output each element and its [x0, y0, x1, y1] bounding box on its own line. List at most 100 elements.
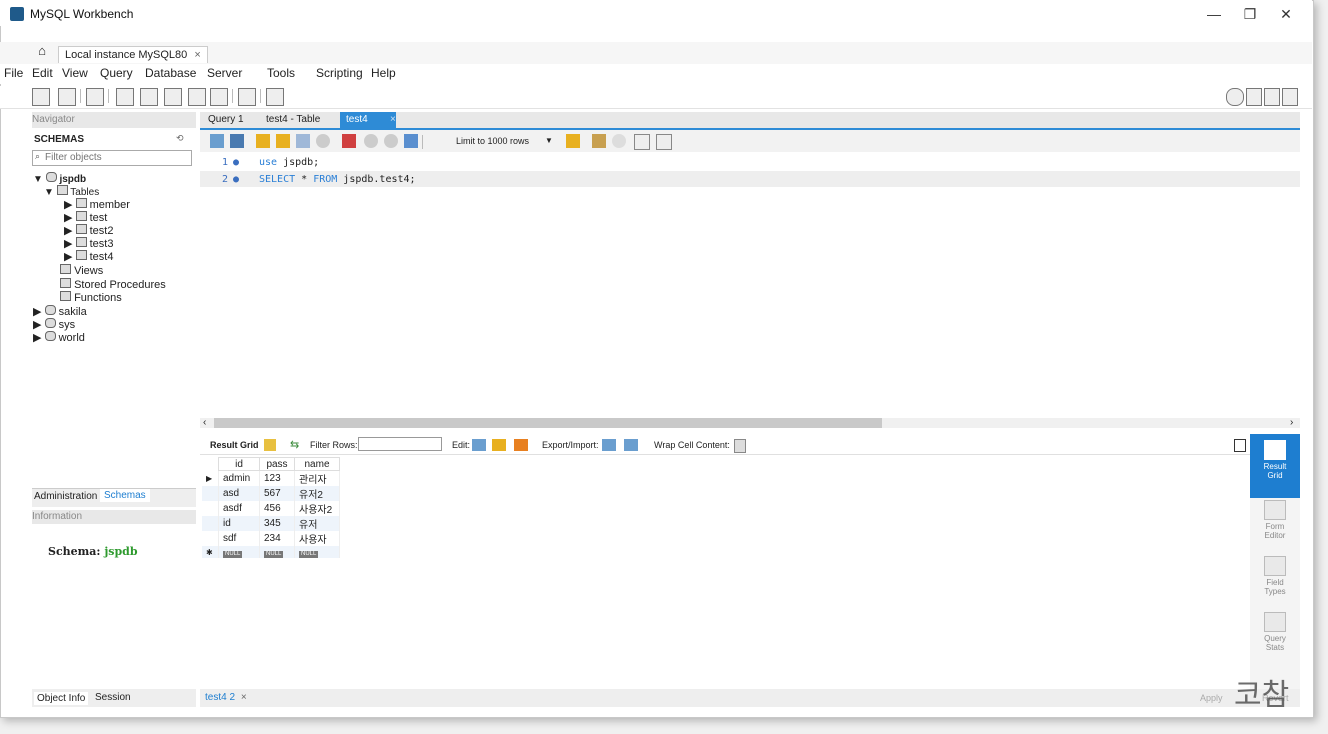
tree-tables[interactable]: ▼ Tables: [44, 185, 99, 198]
find-icon[interactable]: [592, 134, 606, 148]
edit-row-icon[interactable]: [472, 439, 486, 451]
word-wrap-icon[interactable]: [656, 134, 672, 150]
cell[interactable]: 123: [259, 470, 295, 486]
sql-statement[interactable]: SELECT * FROM jspdb.test4;: [259, 174, 416, 185]
cell[interactable]: 사용자: [294, 531, 340, 546]
collapsed-arrow-icon[interactable]: ▶: [64, 251, 72, 263]
menu-help[interactable]: Help: [371, 66, 396, 80]
collapsed-arrow-icon[interactable]: ▶: [33, 306, 41, 318]
result-grid-button[interactable]: Result Grid: [1250, 434, 1300, 498]
menu-scripting[interactable]: Scripting: [316, 66, 363, 80]
create-table-icon[interactable]: [140, 88, 158, 106]
close-window-button[interactable]: ✕: [1268, 4, 1304, 24]
form-editor-button[interactable]: Form Editor: [1250, 500, 1300, 540]
reconnect-icon[interactable]: [266, 88, 284, 106]
settings-icon[interactable]: [1226, 88, 1244, 106]
tab-object-info[interactable]: Object Info: [34, 692, 89, 705]
table-row[interactable]: asdf 456 사용자2: [202, 501, 340, 516]
collapsed-arrow-icon[interactable]: ▶: [64, 199, 72, 211]
tab-schemas[interactable]: Schemas: [100, 489, 150, 502]
cell[interactable]: 456: [259, 501, 295, 516]
export-icon[interactable]: [602, 439, 616, 451]
close-icon[interactable]: ×: [194, 49, 200, 61]
tree-table-test3[interactable]: ▶ test3: [64, 237, 113, 250]
null-cell[interactable]: NULL: [259, 546, 295, 558]
create-function-icon[interactable]: [210, 88, 228, 106]
cell[interactable]: asd: [218, 486, 260, 501]
table-row[interactable]: ▶ admin 123 관리자: [202, 470, 340, 486]
toggle-error-icon[interactable]: [342, 134, 356, 148]
open-file-icon[interactable]: [210, 134, 224, 148]
apply-button[interactable]: Apply: [1200, 693, 1223, 703]
tree-table-test[interactable]: ▶ test: [64, 211, 107, 224]
tab-session[interactable]: Session: [95, 692, 131, 703]
execute-icon[interactable]: [256, 134, 270, 148]
cell[interactable]: 234: [259, 531, 295, 546]
toggle-secondary-sidebar-icon[interactable]: [1282, 88, 1298, 106]
tree-schema-world[interactable]: ▶ world: [33, 331, 85, 344]
cell[interactable]: 사용자2: [294, 501, 340, 516]
query-stats-button[interactable]: Query Stats: [1250, 612, 1300, 652]
tree-schema-sakila[interactable]: ▶ sakila: [33, 305, 87, 318]
cell[interactable]: id: [218, 516, 260, 531]
insert-row-icon[interactable]: [492, 439, 506, 451]
menu-server[interactable]: Server: [207, 66, 242, 80]
column-header-id[interactable]: id: [218, 457, 260, 471]
beautify-icon[interactable]: [566, 134, 580, 148]
tree-views[interactable]: Views: [60, 264, 103, 277]
inspector-icon[interactable]: [86, 88, 104, 106]
menu-view[interactable]: View: [62, 66, 88, 80]
import-icon[interactable]: [624, 439, 638, 451]
tab-query-1[interactable]: Query 1: [202, 112, 250, 128]
scroll-left-icon[interactable]: ‹: [203, 417, 206, 428]
menu-query[interactable]: Query: [100, 66, 133, 80]
table-row[interactable]: id 345 유저: [202, 516, 340, 531]
grid-layout-icon[interactable]: [264, 439, 276, 451]
stop-icon[interactable]: [316, 134, 330, 148]
cell[interactable]: 345: [259, 516, 295, 531]
tree-table-test2[interactable]: ▶ test2: [64, 224, 113, 237]
home-icon[interactable]: ⌂: [32, 43, 52, 61]
menu-file[interactable]: File: [4, 66, 23, 80]
create-view-icon[interactable]: [164, 88, 182, 106]
cell[interactable]: 567: [259, 486, 295, 501]
save-icon[interactable]: [230, 134, 244, 148]
collapsed-arrow-icon[interactable]: ▶: [64, 225, 72, 237]
cell[interactable]: sdf: [218, 531, 260, 546]
menu-edit[interactable]: Edit: [32, 66, 53, 80]
search-icon[interactable]: [612, 134, 626, 148]
invisible-chars-icon[interactable]: [634, 134, 650, 150]
collapsed-arrow-icon[interactable]: ▶: [64, 238, 72, 250]
tree-schema-jspdb[interactable]: ▼ jspdb: [33, 172, 86, 185]
field-types-button[interactable]: Field Types: [1250, 556, 1300, 596]
tree-table-test4[interactable]: ▶ test4: [64, 250, 113, 263]
tab-administration[interactable]: Administration: [34, 491, 97, 502]
expanded-arrow-icon[interactable]: ▼: [44, 187, 54, 198]
null-cell[interactable]: NULL: [218, 546, 260, 558]
autocommit-icon[interactable]: [404, 134, 418, 148]
filter-objects-field[interactable]: ⌕: [32, 150, 192, 166]
collapsed-arrow-icon[interactable]: ▶: [64, 212, 72, 224]
create-schema-icon[interactable]: [116, 88, 134, 106]
tree-schema-sys[interactable]: ▶ sys: [33, 318, 75, 331]
cell[interactable]: 유저2: [294, 486, 340, 501]
toggle-output-icon[interactable]: [1264, 88, 1280, 106]
execute-current-icon[interactable]: [276, 134, 290, 148]
tree-functions[interactable]: Functions: [60, 291, 122, 304]
chevron-down-icon[interactable]: ▼: [545, 136, 553, 145]
tab-result-test4-2[interactable]: test4 2 ×: [205, 692, 247, 703]
menu-tools[interactable]: Tools: [267, 66, 295, 80]
new-sql-tab-icon[interactable]: [32, 88, 50, 106]
table-row[interactable]: sdf 234 사용자: [202, 531, 340, 546]
wrap-cell-icon[interactable]: [734, 439, 746, 453]
explain-icon[interactable]: [296, 134, 310, 148]
minimize-button[interactable]: —: [1196, 4, 1232, 24]
commit-icon[interactable]: [364, 134, 378, 148]
menu-database[interactable]: Database: [145, 66, 196, 80]
create-procedure-icon[interactable]: [188, 88, 206, 106]
cell[interactable]: asdf: [218, 501, 260, 516]
close-icon[interactable]: ×: [241, 692, 247, 703]
toggle-sidebar-icon[interactable]: [1246, 88, 1262, 106]
null-cell[interactable]: NULL: [294, 546, 340, 558]
tree-table-member[interactable]: ▶ member: [64, 198, 130, 211]
